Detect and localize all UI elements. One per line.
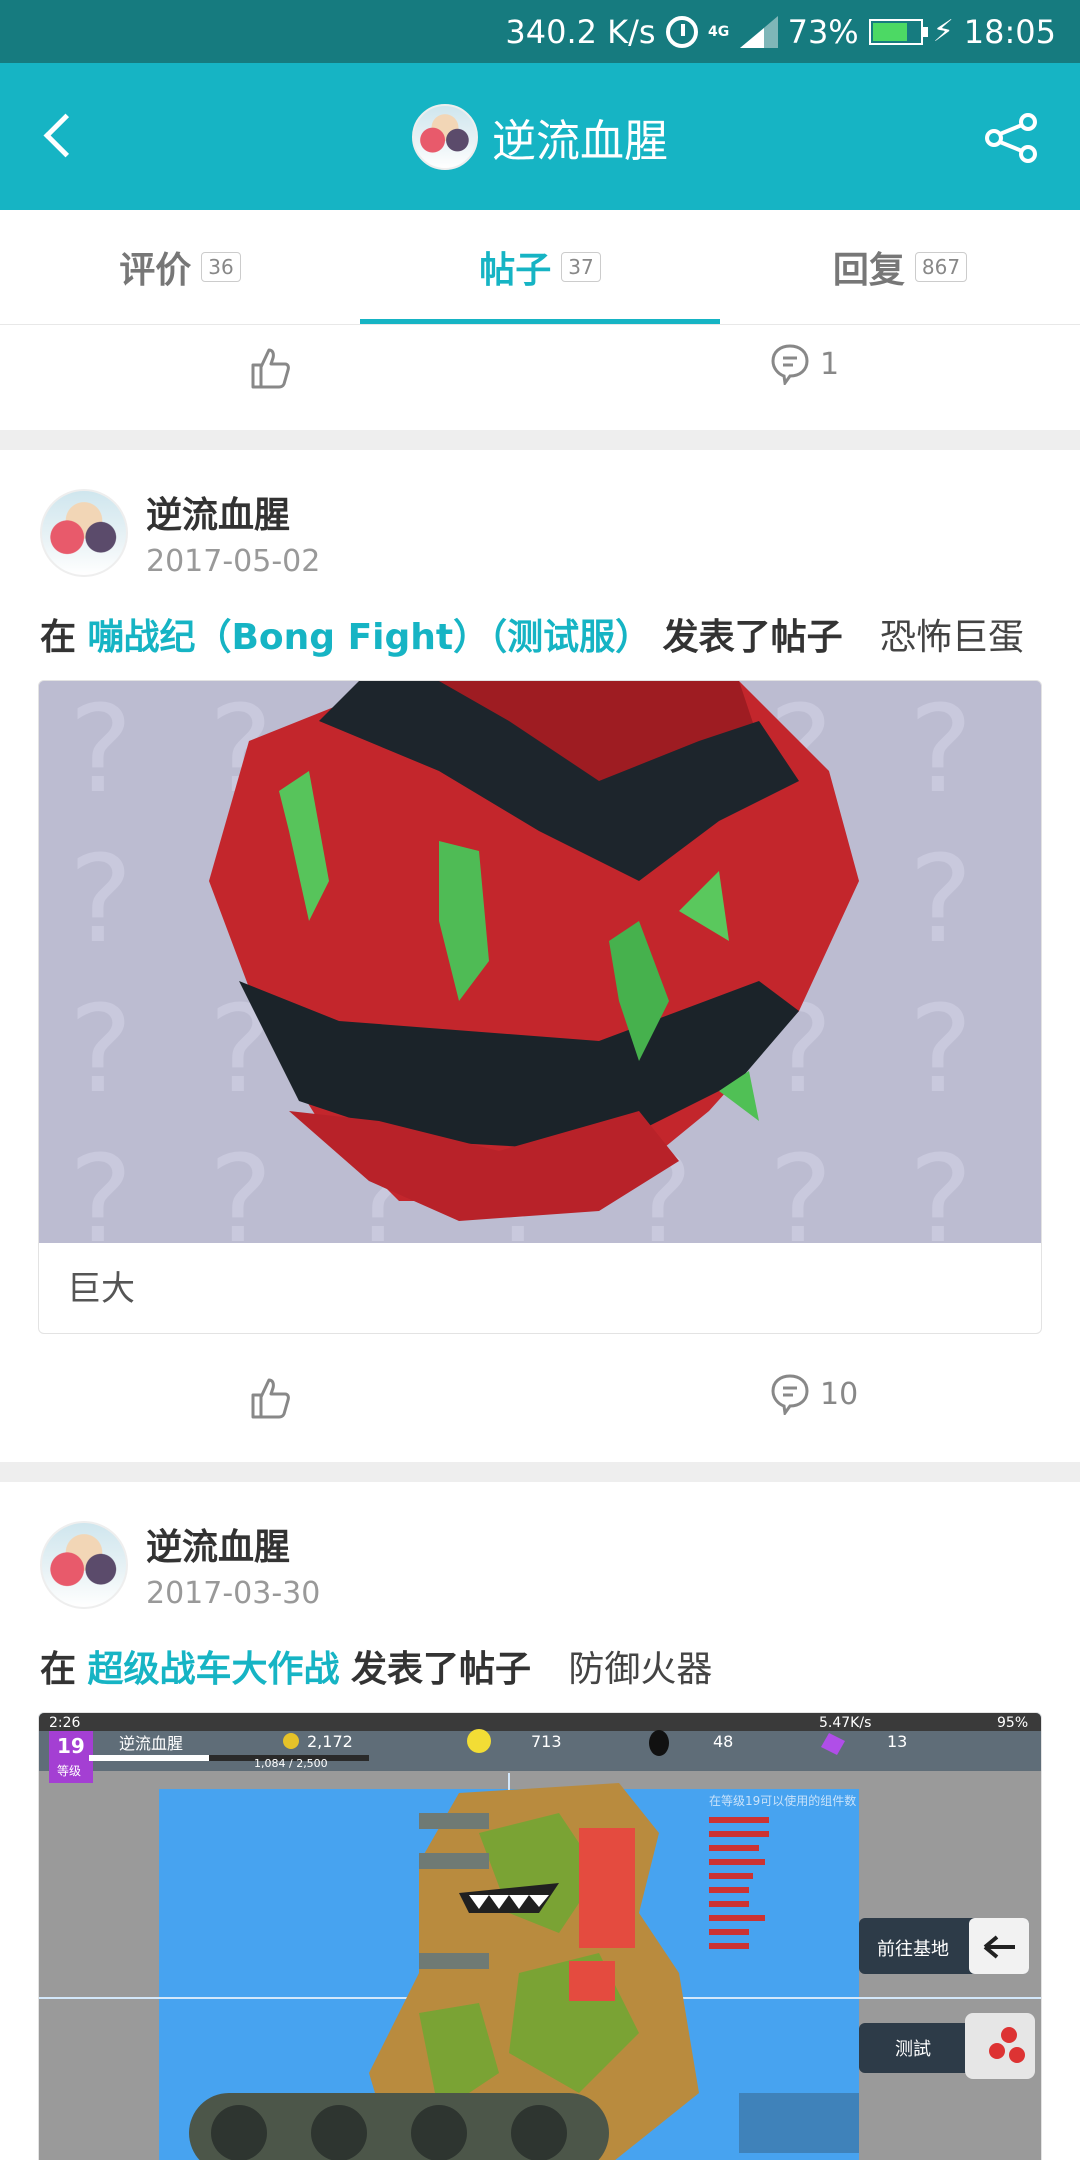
tab-bar: 评价 36 帖子 37 回复 867 — [0, 210, 1080, 325]
post-image[interactable]: 2:26 5.47K/s 95% 19 等级 逆流血腥 1,084 / 2,50… — [39, 1713, 1041, 2160]
page-title: 逆流血腥 — [492, 115, 668, 167]
post-title[interactable]: 恐怖巨蛋 — [880, 617, 1024, 658]
divider — [0, 430, 1080, 450]
comment-button[interactable]: 10 — [770, 1373, 858, 1415]
avatar[interactable] — [40, 488, 128, 577]
share-icon[interactable] — [984, 113, 1040, 163]
shot-coins: 2,172 — [307, 1732, 353, 1751]
status-bar: 340.2 K/s 4G 73% ⚡ 18:05 — [0, 0, 1080, 63]
post-card[interactable]: 2:26 5.47K/s 95% 19 等级 逆流血腥 1,084 / 2,50… — [38, 1712, 1042, 2160]
tab-count: 867 — [914, 252, 968, 282]
post-author[interactable]: 逆流血腥 2017-05-02 — [40, 486, 320, 579]
shot-time: 2:26 — [49, 1715, 81, 1731]
post-summary: 在 嘣战纪（Bong Fight）（测试服） 发表了帖子 恐怖巨蛋 — [40, 617, 1025, 658]
post-actions: 1 — [0, 315, 1080, 425]
app-bar: 逆流血腥 — [0, 63, 1080, 210]
comment-count: 10 — [820, 1376, 859, 1412]
post-date: 2017-03-30 — [146, 1576, 321, 1611]
author-name[interactable]: 逆流血腥 — [146, 486, 320, 538]
comment-button[interactable]: 1 — [770, 343, 839, 385]
post-image[interactable]: ? — [39, 681, 1041, 1243]
post-date: 2017-05-02 — [146, 544, 321, 579]
like-icon[interactable] — [250, 347, 290, 389]
post-author[interactable]: 逆流血腥 2017-03-30 — [40, 1518, 320, 1611]
clock: 18:05 — [963, 12, 1056, 51]
shot-test-button: 测試 — [895, 2039, 931, 2060]
post-actions: 10 — [0, 1345, 1080, 1455]
network-type-icon: 4G — [707, 23, 730, 40]
profile-header: 逆流血腥 — [0, 63, 1080, 210]
divider — [0, 1462, 1080, 1482]
shot-base-button: 前往基地 — [877, 1939, 949, 1960]
post-card[interactable]: ? 巨大 — [38, 680, 1042, 1334]
shot-speed: 5.47K/s — [819, 1715, 871, 1731]
alarm-icon — [665, 15, 698, 48]
charging-icon: ⚡ — [932, 14, 954, 49]
comment-count: 1 — [820, 346, 840, 382]
game-link[interactable]: 超级战车大作战 — [87, 1649, 339, 1690]
shot-battery: 95% — [997, 1715, 1028, 1731]
shot-xp: 1,084 / 2,500 — [254, 1757, 328, 1770]
tab-posts[interactable]: 帖子 37 — [360, 210, 720, 324]
shot-player: 逆流血腥 — [119, 1734, 183, 1753]
shot-gems: 13 — [887, 1732, 907, 1751]
battery-percent: 73% — [787, 12, 859, 51]
author-name[interactable]: 逆流血腥 — [146, 1518, 320, 1570]
tab-replies[interactable]: 回复 867 — [720, 210, 1080, 324]
comment-icon — [771, 344, 809, 385]
tab-reviews[interactable]: 评价 36 — [0, 210, 360, 324]
shot-gold: 713 — [531, 1732, 562, 1751]
shot-level: 19 — [57, 1734, 85, 1758]
comment-icon — [771, 1374, 809, 1415]
shot-level-label: 等级 — [57, 1764, 81, 1778]
avatar[interactable] — [412, 103, 478, 170]
shot-info: 在等级19可以使用的组件数 — [709, 1793, 856, 1808]
post-caption: 巨大 — [67, 1269, 135, 1309]
game-link[interactable]: 嘣战纪（Bong Fight）（测试服） — [87, 617, 651, 658]
post-summary: 在 超级战车大作战 发表了帖子 防御火器 — [40, 1649, 713, 1690]
signal-icon — [739, 15, 778, 48]
network-speed: 340.2 K/s — [505, 12, 656, 51]
like-icon[interactable] — [250, 1377, 290, 1419]
post-title[interactable]: 防御火器 — [568, 1649, 712, 1690]
tab-count: 36 — [201, 252, 241, 282]
shot-oil: 48 — [713, 1732, 733, 1751]
tab-count: 37 — [561, 252, 601, 282]
avatar[interactable] — [40, 1520, 128, 1609]
battery-icon — [868, 18, 928, 45]
